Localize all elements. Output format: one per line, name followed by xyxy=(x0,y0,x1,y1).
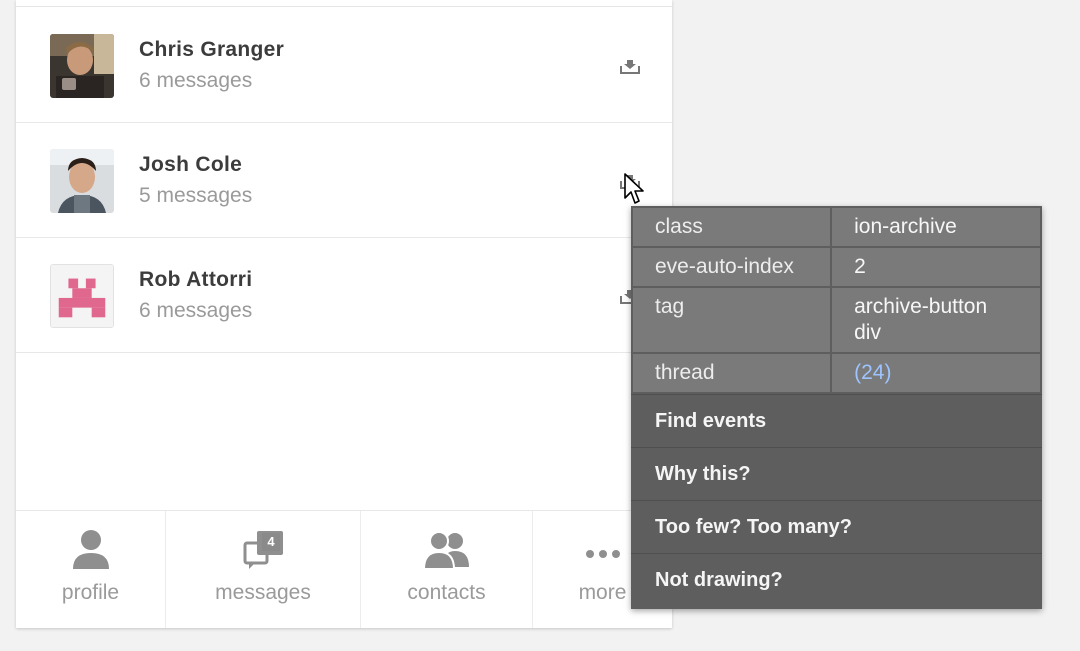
message-count: 6 messages xyxy=(139,69,253,92)
mouse-cursor-icon xyxy=(623,172,645,211)
property-row: eve-auto-index 2 xyxy=(630,246,1042,288)
chat-icon: 4 xyxy=(241,529,285,571)
tab-messages[interactable]: 4 messages xyxy=(166,511,361,628)
contact-list: Chris Granger 6 messages Josh Cole 5 mes… xyxy=(16,8,672,353)
list-item[interactable]: Rob Attorri 6 messages xyxy=(16,238,672,353)
property-value: 2 xyxy=(830,246,1042,288)
find-events-menu-item[interactable]: Find events xyxy=(631,394,1042,447)
ellipsis-icon xyxy=(585,541,621,565)
too-few-too-many-menu-item[interactable]: Too few? Too many? xyxy=(631,500,1042,553)
avatar xyxy=(50,149,114,213)
property-row: class ion-archive xyxy=(630,206,1042,248)
property-row: thread (24) xyxy=(630,352,1042,394)
avatar xyxy=(50,264,114,328)
contact-name: Rob Attorri xyxy=(139,268,253,291)
tab-label: profile xyxy=(61,581,120,604)
message-count: 5 messages xyxy=(139,184,253,207)
unread-badge: 4 xyxy=(262,533,280,551)
person-icon xyxy=(71,529,111,577)
list-item[interactable]: Josh Cole 5 messages xyxy=(16,123,672,238)
message-count: 6 messages xyxy=(139,299,253,322)
tab-label: contacts xyxy=(407,581,486,604)
thread-link[interactable]: (24) xyxy=(830,352,1042,394)
tab-contacts[interactable]: contacts xyxy=(361,511,533,628)
property-value: archive-button div xyxy=(830,286,1042,354)
property-value: ion-archive xyxy=(830,206,1042,248)
tab-bar: profile 4 messages contacts more xyxy=(16,510,672,628)
list-item[interactable]: Chris Granger 6 messages xyxy=(16,8,672,123)
tab-profile[interactable]: profile xyxy=(16,511,166,628)
tab-label: messages xyxy=(215,581,311,604)
why-this-menu-item[interactable]: Why this? xyxy=(631,447,1042,500)
property-row: tag archive-button div xyxy=(630,286,1042,354)
inspector-properties: class ion-archive eve-auto-index 2 tag a… xyxy=(630,206,1042,394)
property-key: class xyxy=(630,206,833,248)
avatar xyxy=(50,34,114,98)
contact-name: Josh Cole xyxy=(139,153,243,176)
archive-icon[interactable] xyxy=(618,56,642,76)
divider xyxy=(16,6,672,7)
people-icon xyxy=(422,529,471,577)
contact-name: Chris Granger xyxy=(139,38,285,61)
property-key: thread xyxy=(630,352,833,394)
property-key: tag xyxy=(630,286,833,354)
app-frame: Chris Granger 6 messages Josh Cole 5 mes… xyxy=(16,0,672,628)
element-inspector-popup: class ion-archive eve-auto-index 2 tag a… xyxy=(630,206,1042,609)
not-drawing-menu-item[interactable]: Not drawing? xyxy=(631,553,1042,606)
property-key: eve-auto-index xyxy=(630,246,833,288)
